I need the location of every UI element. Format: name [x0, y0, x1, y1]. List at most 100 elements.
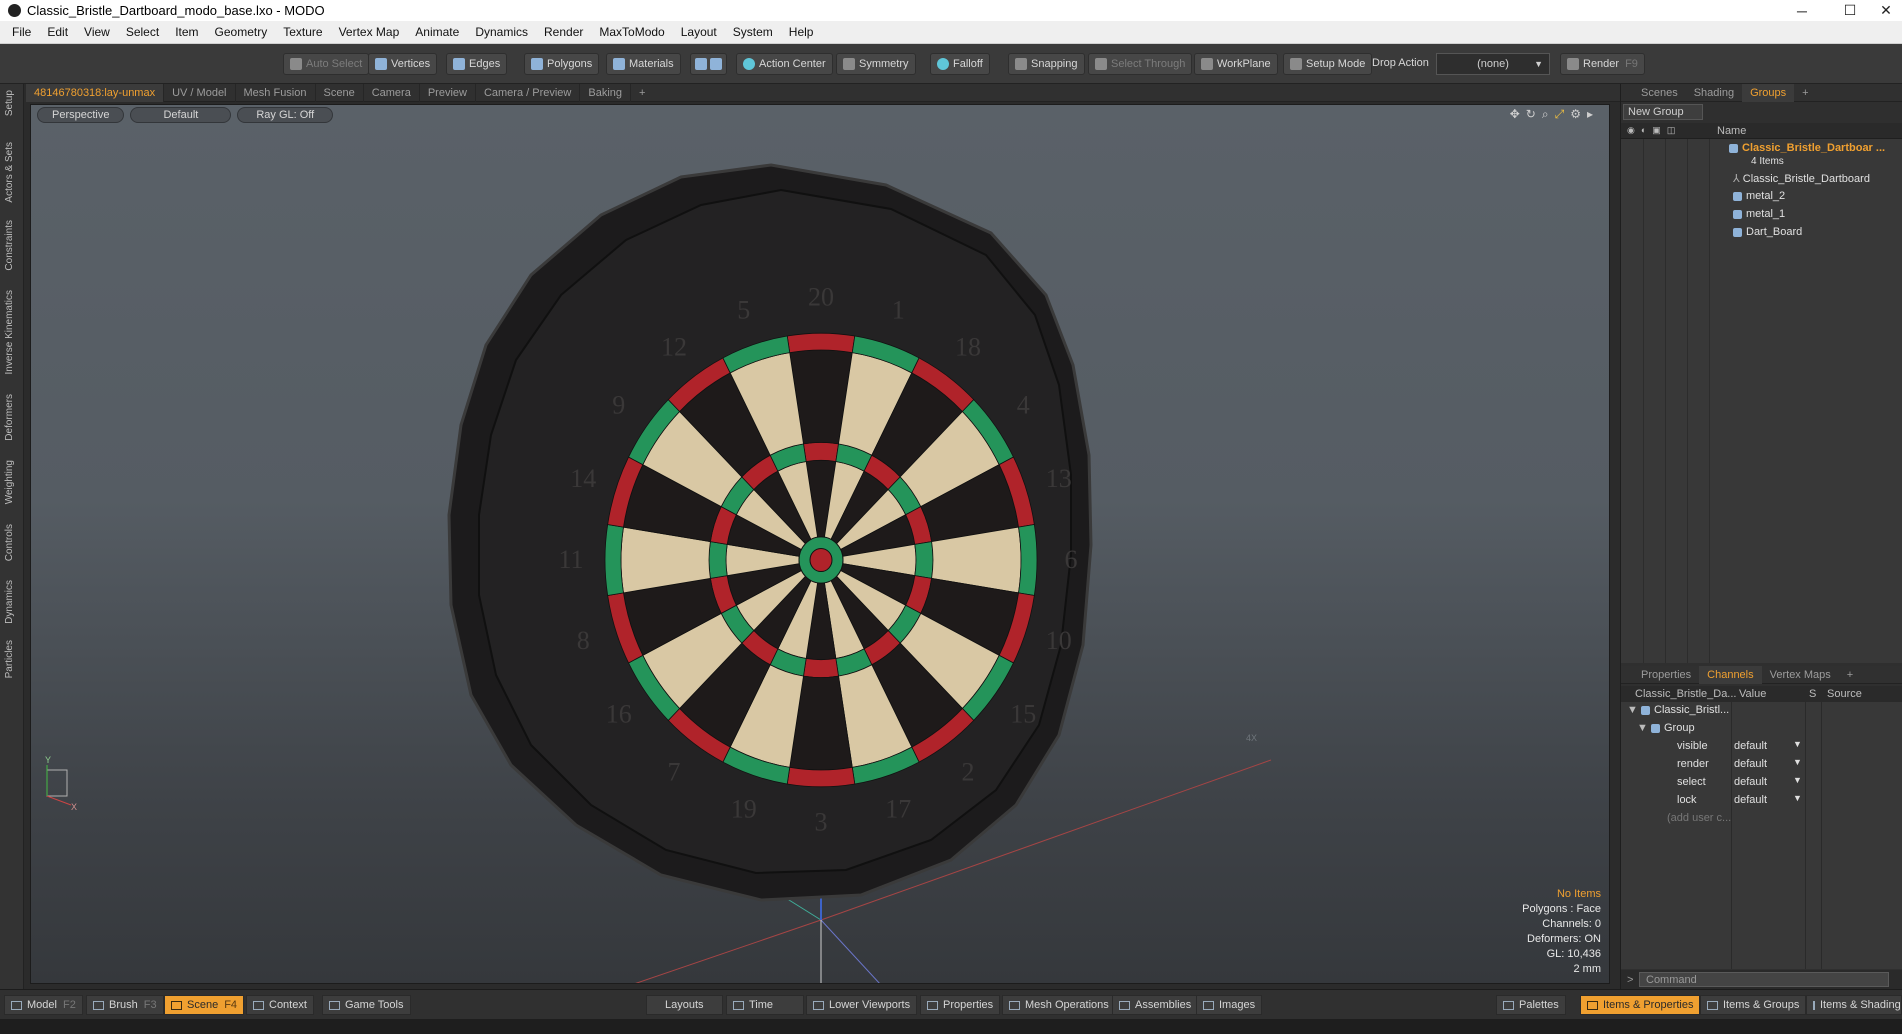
layouts-button[interactable]: Layouts [646, 995, 723, 1015]
channel-group-row[interactable]: ▼ Group [1621, 720, 1902, 738]
tab-scene[interactable]: Scene [316, 83, 364, 102]
scene-layout-button[interactable]: Scene F4 [164, 995, 245, 1015]
action-center-button[interactable]: Action Center [736, 53, 833, 75]
channels-value-header[interactable]: Value [1739, 688, 1766, 700]
tab-deformers[interactable]: Deformers [4, 394, 15, 441]
materials-button[interactable]: Materials [606, 53, 681, 75]
lock-icon[interactable]: ▣ [1652, 125, 1661, 136]
tab-scenes[interactable]: Scenes [1633, 84, 1686, 102]
tab-actors-sets[interactable]: Actors & Sets [4, 142, 15, 203]
add-tab-button[interactable]: + [631, 84, 653, 102]
channel-value[interactable]: default [1734, 794, 1767, 806]
channels-name-header[interactable]: Classic_Bristle_Da... [1635, 688, 1736, 700]
menu-layout[interactable]: Layout [673, 25, 725, 39]
menu-texture[interactable]: Texture [275, 25, 330, 39]
menu-view[interactable]: View [76, 25, 118, 39]
mesh-operations-button[interactable]: Mesh Operations [1002, 995, 1116, 1015]
menu-vertex-map[interactable]: Vertex Map [331, 25, 408, 39]
new-group-button[interactable]: New Group [1623, 104, 1703, 120]
tab-camera[interactable]: Camera [364, 83, 420, 102]
tab-camera-preview[interactable]: Camera / Preview [476, 83, 581, 102]
shading-default-button[interactable]: Default [130, 107, 232, 123]
expand-triangle-icon[interactable]: ▼ [1627, 704, 1638, 716]
viewport-settings-icon[interactable]: ⚙ [1570, 107, 1581, 122]
menu-maxtomodo[interactable]: MaxToModo [591, 25, 672, 39]
properties-button[interactable]: Properties [920, 995, 1001, 1015]
chevron-down-icon[interactable]: ▼ [1793, 775, 1802, 785]
tab-channels[interactable]: Channels [1699, 665, 1762, 684]
expand-arrow-icon[interactable]: ▸ [1587, 107, 1593, 122]
model-layout-button[interactable]: Model F2 [4, 995, 83, 1015]
menu-item[interactable]: Item [167, 25, 206, 39]
tab-vertex-maps[interactable]: Vertex Maps [1762, 666, 1839, 684]
menu-help[interactable]: Help [781, 25, 822, 39]
tab-lay-unmax[interactable]: 48146780318:lay-unmax [26, 83, 165, 102]
add-properties-tab-button[interactable]: + [1839, 666, 1861, 684]
symmetry-button[interactable]: Symmetry [836, 53, 916, 75]
render-toggle-icon[interactable]: ◐ [1641, 125, 1646, 136]
chevron-down-icon[interactable]: ▼ [1793, 793, 1802, 803]
vertices-button[interactable]: Vertices [368, 53, 438, 75]
tab-baking[interactable]: Baking [580, 83, 632, 102]
3d-viewport[interactable]: 20 1 18 4 13 6 10 15 2 17 3 19 7 16 8 11 14 9 12 5 Y X 4X P… [30, 104, 1610, 984]
list-item[interactable]: metal_2 [1621, 187, 1902, 205]
menu-geometry[interactable]: Geometry [207, 25, 276, 39]
assemblies-button[interactable]: Assemblies [1112, 995, 1199, 1015]
menu-dynamics[interactable]: Dynamics [467, 25, 536, 39]
fit-icon[interactable]: ⤢ [1555, 107, 1565, 122]
perspective-button[interactable]: Perspective [37, 107, 125, 123]
channel-row-render[interactable]: render default ▼ [1621, 756, 1902, 774]
channel-row-select[interactable]: select default ▼ [1621, 774, 1902, 792]
expand-triangle-icon[interactable]: ▼ [1637, 722, 1648, 734]
lower-viewports-button[interactable]: Lower Viewports [806, 995, 918, 1015]
tab-mesh-fusion[interactable]: Mesh Fusion [236, 83, 316, 102]
component-mode-button[interactable] [690, 53, 727, 75]
name-column-header[interactable]: Name [1711, 125, 1746, 137]
zoom-icon[interactable]: ⌕ [1542, 107, 1549, 122]
tab-constraints[interactable]: Constraints [4, 220, 15, 271]
palettes-button[interactable]: Palettes [1496, 995, 1566, 1015]
menu-select[interactable]: Select [118, 25, 167, 39]
channel-row-visible[interactable]: visible default ▼ [1621, 738, 1902, 756]
tab-weighting[interactable]: Weighting [4, 460, 15, 504]
menu-system[interactable]: System [725, 25, 781, 39]
drop-action-select[interactable]: (none) ▼ [1436, 53, 1550, 75]
minimize-button[interactable]: ─ [1782, 0, 1822, 21]
workplane-button[interactable]: WorkPlane [1194, 53, 1278, 75]
images-button[interactable]: Images [1196, 995, 1263, 1015]
menu-render[interactable]: Render [536, 25, 591, 39]
channels-source-header[interactable]: Source [1827, 688, 1862, 700]
render-button[interactable]: Render F9 [1560, 53, 1645, 75]
channel-value[interactable]: default [1734, 776, 1767, 788]
time-button[interactable]: Time [726, 995, 804, 1015]
list-item[interactable]: metal_1 [1621, 205, 1902, 223]
raygl-button[interactable]: Ray GL: Off [237, 107, 334, 123]
add-panel-tab-button[interactable]: + [1794, 84, 1816, 102]
tab-shading[interactable]: Shading [1686, 84, 1742, 102]
eye-icon[interactable]: ◉ [1627, 125, 1635, 136]
group-row[interactable]: Classic_Bristle_Dartboar ... 4 Items [1621, 139, 1902, 169]
falloff-button[interactable]: Falloff [930, 53, 990, 75]
items-groups-button[interactable]: Items & Groups [1700, 995, 1807, 1015]
menu-animate[interactable]: Animate [407, 25, 467, 39]
edges-button[interactable]: Edges [446, 53, 508, 75]
polygons-button[interactable]: Polygons [524, 53, 600, 75]
maximize-button[interactable]: ☐ [1830, 0, 1870, 21]
context-layout-button[interactable]: Context [246, 995, 314, 1015]
tab-controls[interactable]: Controls [4, 524, 15, 561]
menu-edit[interactable]: Edit [39, 25, 76, 39]
channel-value[interactable]: default [1734, 740, 1767, 752]
chevron-down-icon[interactable]: ▼ [1793, 739, 1802, 749]
setup-mode-button[interactable]: Setup Mode [1283, 53, 1373, 75]
game-tools-button[interactable]: Game Tools [322, 995, 411, 1015]
channel-row-lock[interactable]: lock default ▼ [1621, 792, 1902, 810]
tab-inverse-kinematics[interactable]: Inverse Kinematics [4, 290, 15, 374]
menu-file[interactable]: File [4, 25, 39, 39]
tab-properties[interactable]: Properties [1633, 666, 1699, 684]
tab-preview[interactable]: Preview [420, 83, 476, 102]
tab-uv-model[interactable]: UV / Model [164, 83, 236, 102]
select-through-button[interactable]: Select Through [1088, 53, 1193, 75]
add-user-channel-row[interactable]: (add user c... [1621, 810, 1902, 828]
list-item[interactable]: ⅄ Classic_Bristle_Dartboard [1621, 169, 1902, 187]
channels-s-header[interactable]: S [1809, 688, 1816, 700]
